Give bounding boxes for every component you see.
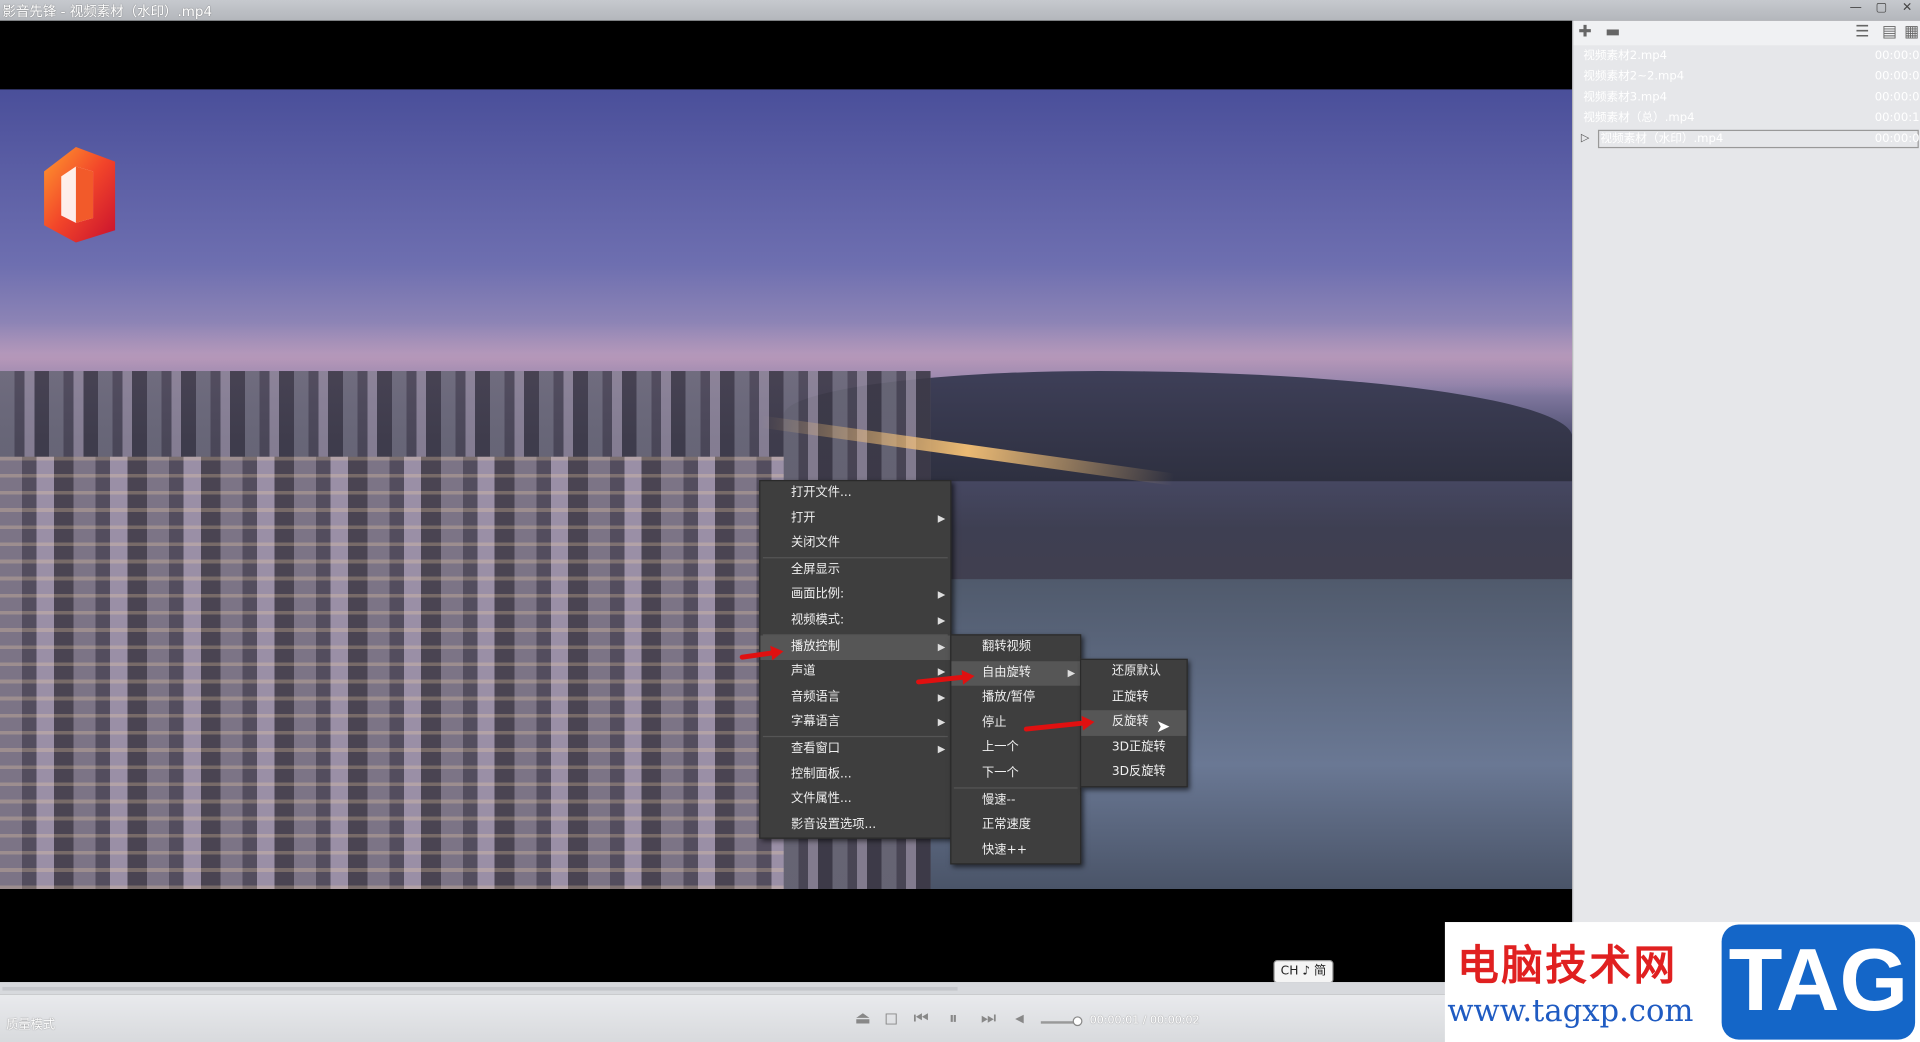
- minimize-icon[interactable]: —: [1843, 0, 1869, 18]
- menu-item-slower[interactable]: 慢速--: [951, 788, 1080, 813]
- watermark-tag-logo: TAG: [1721, 924, 1916, 1040]
- menu-item-control-panel[interactable]: 控制面板...: [760, 762, 950, 787]
- now-playing-icon: ▷: [1580, 132, 1590, 145]
- submenu-arrow-icon: ▶: [937, 512, 946, 524]
- menu-item-3d-rotate-counterclockwise[interactable]: 3D反旋转: [1081, 761, 1186, 786]
- menu-item-aspect-ratio[interactable]: 画面比例: ▶: [760, 583, 950, 608]
- playlist-toolbar: ✚ ▬ ☰ ▤ ▦: [1573, 20, 1920, 46]
- menu-item-open-file[interactable]: 打开文件...: [760, 481, 950, 506]
- menu-item-previous[interactable]: 上一个: [951, 736, 1080, 761]
- menu-item-audio-language[interactable]: 音频语言 ▶: [760, 685, 950, 710]
- rotate-submenu: 还原默认 正旋转 反旋转 3D正旋转 3D反旋转: [1080, 658, 1188, 788]
- add-icon[interactable]: ✚: [1578, 23, 1591, 41]
- playlist-item-current[interactable]: ▷ 视频素材（水印）.mp4 00:00:0: [1573, 129, 1920, 150]
- menu-item-subtitle-language[interactable]: 字幕语言 ▶: [760, 711, 950, 736]
- menu-item-view-window[interactable]: 查看窗口 ▶: [760, 737, 950, 762]
- menu-item-flip-video[interactable]: 翻转视频: [951, 636, 1080, 661]
- previous-icon[interactable]: ⏮: [913, 1009, 928, 1029]
- menu-item-next[interactable]: 下一个: [951, 762, 1080, 787]
- submenu-arrow-icon: ▶: [937, 743, 946, 755]
- playlist-panel: ✚ ▬ ☰ ▤ ▦ 视频素材2.mp4 00:00:0 视频素材2~2.mp4 …: [1572, 20, 1920, 983]
- volume-icon[interactable]: ◂: [1015, 1009, 1024, 1029]
- playlist: 视频素材2.mp4 00:00:0 视频素材2~2.mp4 00:00:0 视频…: [1573, 45, 1920, 149]
- menu-item-play-pause[interactable]: 播放/暂停: [951, 686, 1080, 711]
- timecode: 00:00:01 / 00:00:02: [1089, 1015, 1200, 1028]
- eject-icon[interactable]: ⏏: [855, 1009, 871, 1029]
- playlist-item[interactable]: 视频素材3.mp4 00:00:0: [1573, 87, 1920, 108]
- volume-knob[interactable]: [1072, 1016, 1083, 1027]
- submenu-arrow-icon: ▶: [937, 614, 946, 626]
- site-watermark: 电脑技术网 www.tagxp.com TAG: [1444, 922, 1920, 1042]
- submenu-arrow-icon: ▶: [937, 691, 946, 703]
- playlist-item[interactable]: 视频素材（总）.mp4 00:00:1: [1573, 108, 1920, 129]
- next-icon[interactable]: ⏭: [981, 1009, 996, 1029]
- menu-item-faster[interactable]: 快速++: [951, 838, 1080, 863]
- menu-item-rotate-clockwise[interactable]: 正旋转: [1081, 685, 1186, 710]
- watermark-title: 电脑技术网: [1457, 941, 1678, 991]
- submenu-arrow-icon: ▶: [1067, 666, 1076, 678]
- watermark-url: www.tagxp.com: [1447, 993, 1694, 1029]
- context-menu: 打开文件... 打开 ▶ 关闭文件 全屏显示 画面比例: ▶ 视频模式: ▶ 播放控制…: [759, 480, 952, 840]
- mouse-cursor-icon: ➤: [1155, 717, 1171, 738]
- menu-item-settings[interactable]: 影音设置选项...: [760, 813, 950, 838]
- grid-view-icon[interactable]: ▦: [1904, 23, 1919, 41]
- menu-item-video-mode[interactable]: 视频模式: ▶: [760, 609, 950, 634]
- pause-icon[interactable]: ⏸: [949, 1009, 958, 1029]
- menu-item-restore-default[interactable]: 还原默认: [1081, 660, 1186, 685]
- close-icon[interactable]: ✕: [1894, 0, 1920, 18]
- stop-icon[interactable]: ◻: [884, 1009, 898, 1029]
- detail-view-icon[interactable]: ▤: [1882, 23, 1897, 41]
- playlist-item[interactable]: 视频素材2~2.mp4 00:00:0: [1573, 66, 1920, 87]
- remove-icon[interactable]: ▬: [1605, 23, 1620, 41]
- quality-mode-label[interactable]: 质量模式: [6, 1014, 55, 1032]
- menu-item-playback-control[interactable]: 播放控制 ▶: [760, 634, 951, 661]
- submenu-arrow-icon: ▶: [937, 589, 946, 601]
- submenu-arrow-icon: ▶: [937, 716, 946, 728]
- window-title: 影音先锋 - 视频素材（水印）.mp4: [2, 3, 213, 20]
- ime-indicator[interactable]: CH ♪ 简: [1273, 960, 1334, 984]
- submenu-arrow-icon: ▶: [937, 641, 946, 653]
- menu-item-rotate-counterclockwise[interactable]: 反旋转: [1081, 710, 1187, 736]
- menu-item-open[interactable]: 打开 ▶: [760, 506, 950, 531]
- office-logo-icon: [44, 146, 116, 243]
- playlist-item[interactable]: 视频素材2.mp4 00:00:0: [1573, 45, 1920, 66]
- list-view-icon[interactable]: ☰: [1855, 23, 1869, 41]
- menu-item-3d-rotate-clockwise[interactable]: 3D正旋转: [1081, 736, 1186, 761]
- menu-item-file-properties[interactable]: 文件属性...: [760, 788, 950, 813]
- maximize-icon[interactable]: ▢: [1869, 0, 1895, 18]
- menu-item-fullscreen[interactable]: 全屏显示: [760, 558, 950, 583]
- menu-item-normal-speed[interactable]: 正常速度: [951, 813, 1080, 838]
- title-bar: 影音先锋 - 视频素材（水印）.mp4 — ▢ ✕: [0, 0, 1920, 21]
- menu-item-close-file[interactable]: 关闭文件: [760, 532, 950, 557]
